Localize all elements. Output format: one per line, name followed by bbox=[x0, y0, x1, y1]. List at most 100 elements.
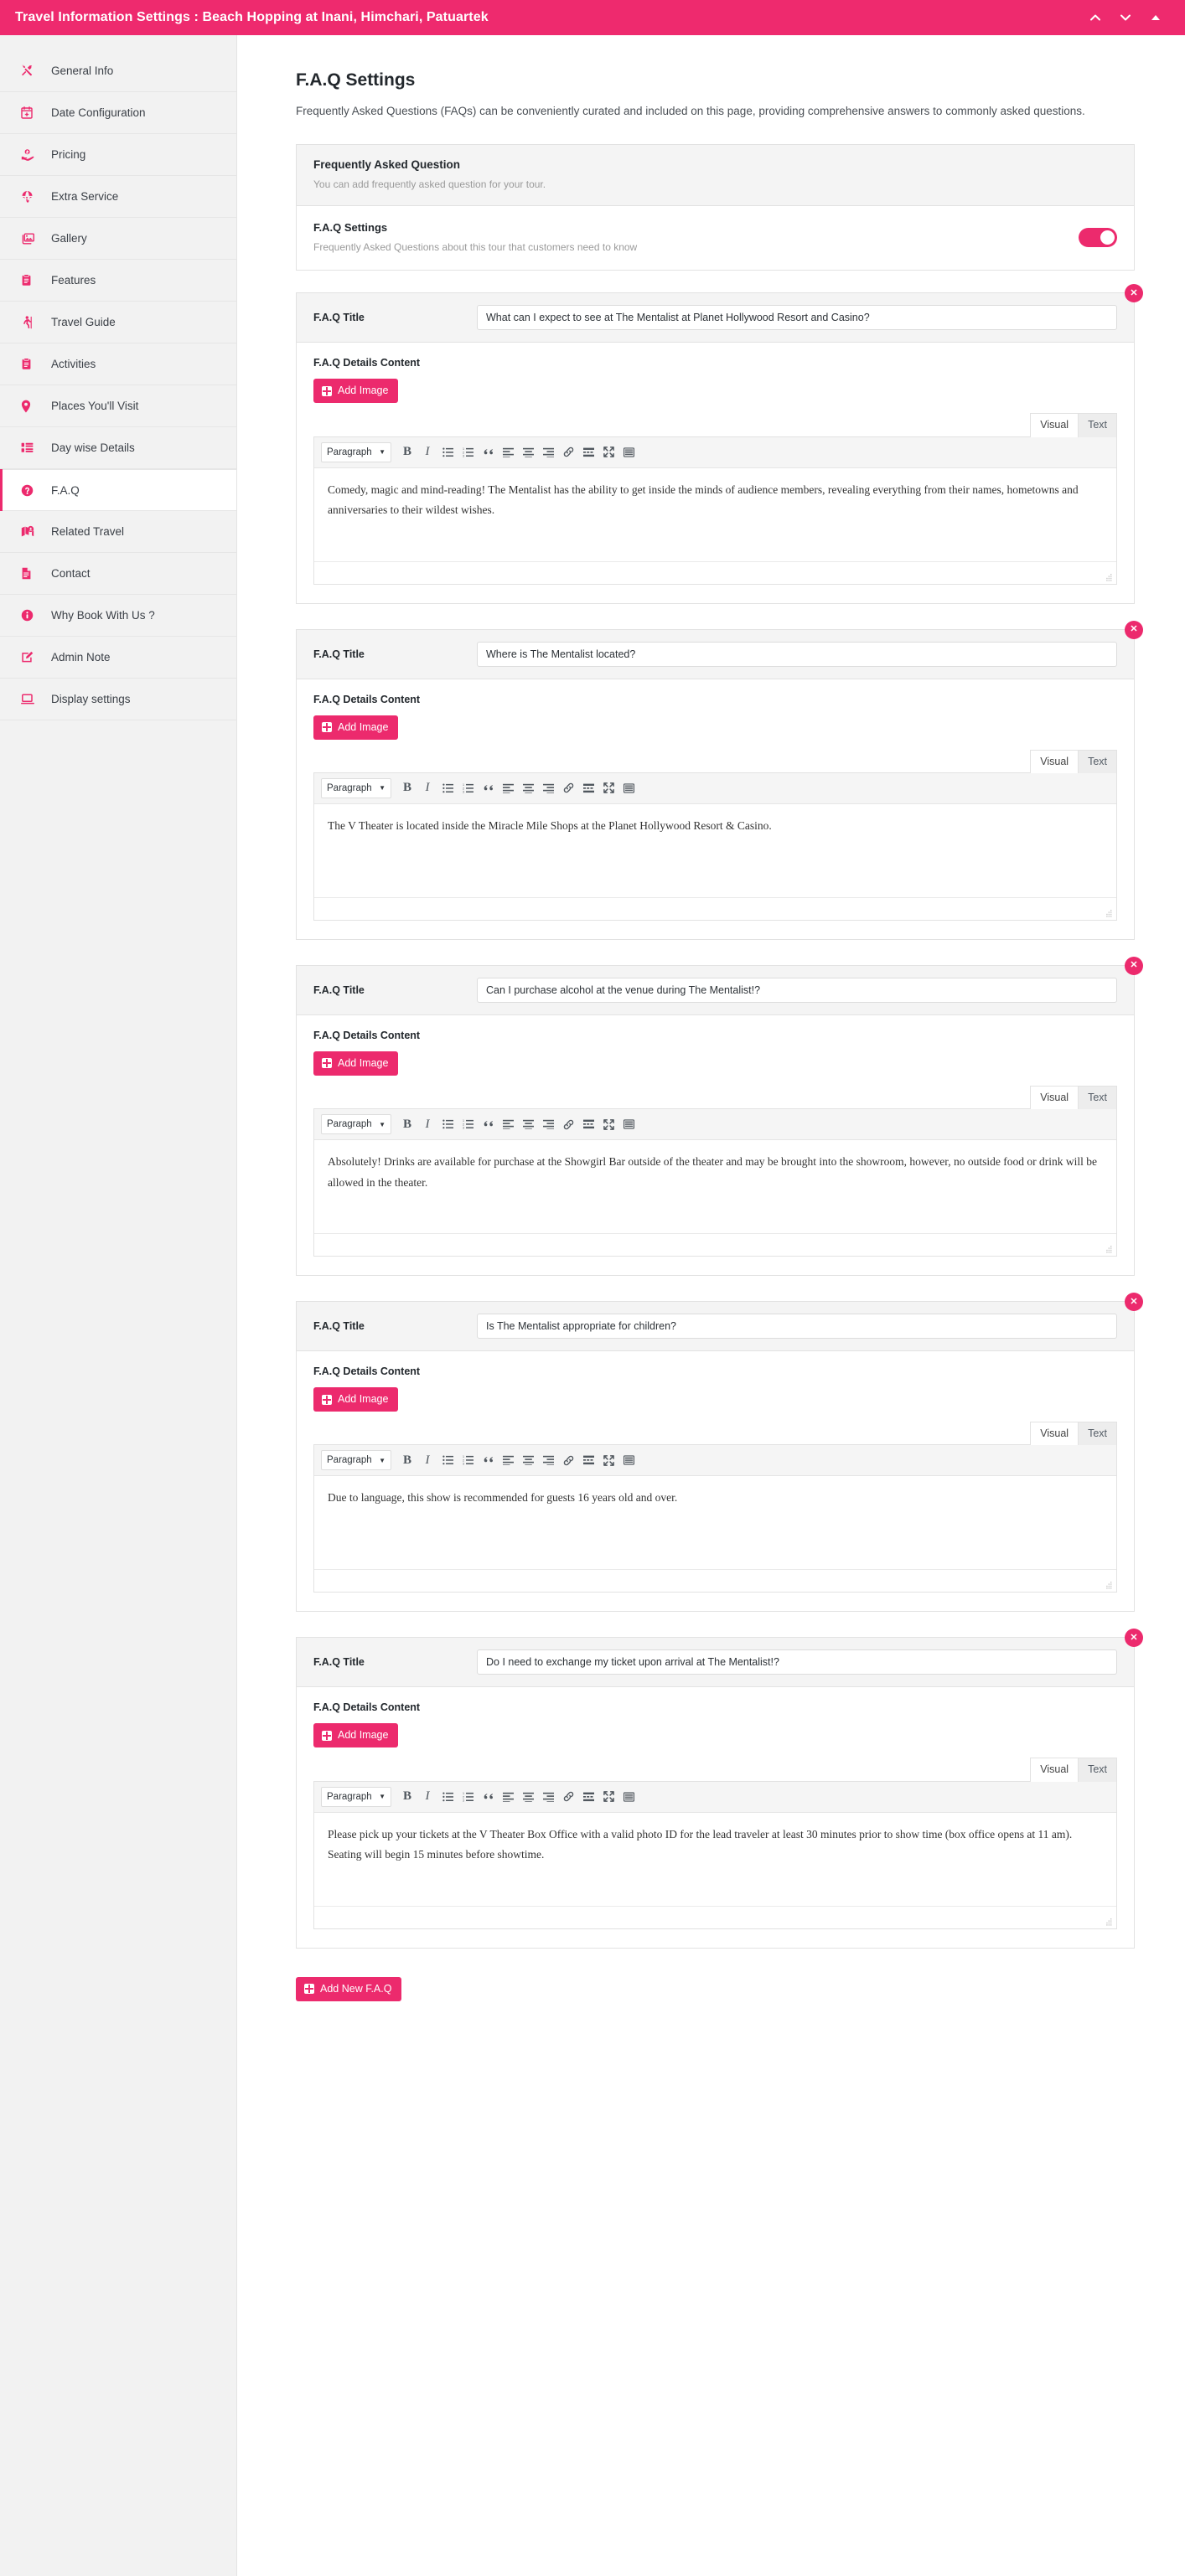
chevron-down-icon[interactable] bbox=[1118, 10, 1133, 25]
link-icon[interactable] bbox=[559, 1451, 577, 1469]
align-center-icon[interactable] bbox=[519, 1115, 537, 1133]
sidebar-item-pricing[interactable]: Pricing bbox=[0, 134, 236, 176]
resize-handle-icon[interactable] bbox=[1105, 1581, 1113, 1589]
faq-title-input[interactable] bbox=[477, 1314, 1117, 1340]
sidebar-item-places-you-ll-visit[interactable]: Places You'll Visit bbox=[0, 385, 236, 427]
sidebar-item-admin-note[interactable]: Admin Note bbox=[0, 637, 236, 679]
link-icon[interactable] bbox=[559, 779, 577, 798]
fullscreen-icon[interactable] bbox=[599, 1115, 618, 1133]
tab-text[interactable]: Text bbox=[1079, 1085, 1117, 1110]
tab-visual[interactable]: Visual bbox=[1030, 1085, 1079, 1110]
align-left-icon[interactable] bbox=[499, 1115, 517, 1133]
sidebar-item-related-travel[interactable]: Related Travel bbox=[0, 511, 236, 553]
add-image-button[interactable]: Add Image bbox=[313, 1387, 399, 1412]
add-image-button[interactable]: Add Image bbox=[313, 715, 399, 740]
chevron-up-icon[interactable] bbox=[1088, 10, 1103, 25]
align-center-icon[interactable] bbox=[519, 1451, 537, 1469]
sidebar-item-f-a-q[interactable]: F.A.Q bbox=[0, 469, 236, 511]
toolbar-toggle-icon[interactable] bbox=[619, 1115, 638, 1133]
sidebar-item-travel-guide[interactable]: Travel Guide bbox=[0, 302, 236, 343]
bulleted-list-icon[interactable] bbox=[438, 443, 457, 462]
paragraph-format-select[interactable]: Paragraph ▼ bbox=[321, 441, 391, 462]
align-right-icon[interactable] bbox=[539, 1115, 557, 1133]
paragraph-format-select[interactable]: Paragraph ▼ bbox=[321, 777, 391, 798]
paragraph-format-select[interactable]: Paragraph ▼ bbox=[321, 1114, 391, 1135]
align-left-icon[interactable] bbox=[499, 443, 517, 462]
paragraph-format-select[interactable]: Paragraph ▼ bbox=[321, 1450, 391, 1471]
insert-read-more-icon[interactable] bbox=[579, 779, 598, 798]
blockquote-icon[interactable] bbox=[479, 779, 497, 798]
editor-content-area[interactable]: Please pick up your tickets at the V The… bbox=[314, 1813, 1116, 1907]
toolbar-toggle-icon[interactable] bbox=[619, 1788, 638, 1806]
tab-text[interactable]: Text bbox=[1079, 413, 1117, 437]
delete-faq-button[interactable]: ✕ bbox=[1125, 284, 1143, 303]
add-image-button[interactable]: Add Image bbox=[313, 1051, 399, 1076]
numbered-list-icon[interactable]: 123 bbox=[458, 779, 477, 798]
delete-faq-button[interactable]: ✕ bbox=[1125, 956, 1143, 975]
faq-title-input[interactable] bbox=[477, 305, 1117, 331]
align-right-icon[interactable] bbox=[539, 779, 557, 798]
sidebar-item-day-wise-details[interactable]: Day wise Details bbox=[0, 427, 236, 469]
toolbar-toggle-icon[interactable] bbox=[619, 779, 638, 798]
align-right-icon[interactable] bbox=[539, 1788, 557, 1806]
fullscreen-icon[interactable] bbox=[599, 1788, 618, 1806]
add-image-button[interactable]: Add Image bbox=[313, 1723, 399, 1748]
sidebar-item-gallery[interactable]: Gallery bbox=[0, 218, 236, 260]
paragraph-format-select[interactable]: Paragraph ▼ bbox=[321, 1786, 391, 1807]
triangle-up-icon[interactable] bbox=[1148, 10, 1163, 25]
numbered-list-icon[interactable]: 123 bbox=[458, 443, 477, 462]
bulleted-list-icon[interactable] bbox=[438, 1788, 457, 1806]
insert-read-more-icon[interactable] bbox=[579, 1115, 598, 1133]
fullscreen-icon[interactable] bbox=[599, 1451, 618, 1469]
bold-icon[interactable]: B bbox=[398, 443, 417, 462]
bulleted-list-icon[interactable] bbox=[438, 1115, 457, 1133]
editor-content-area[interactable]: Absolutely! Drinks are available for pur… bbox=[314, 1140, 1116, 1235]
italic-icon[interactable]: I bbox=[418, 443, 437, 462]
bulleted-list-icon[interactable] bbox=[438, 779, 457, 798]
numbered-list-icon[interactable]: 123 bbox=[458, 1115, 477, 1133]
bold-icon[interactable]: B bbox=[398, 1451, 417, 1469]
tab-text[interactable]: Text bbox=[1079, 1422, 1117, 1446]
bold-icon[interactable]: B bbox=[398, 1788, 417, 1806]
align-center-icon[interactable] bbox=[519, 1788, 537, 1806]
tab-visual[interactable]: Visual bbox=[1030, 1758, 1079, 1782]
resize-handle-icon[interactable] bbox=[1105, 909, 1113, 917]
delete-faq-button[interactable]: ✕ bbox=[1125, 620, 1143, 639]
link-icon[interactable] bbox=[559, 1115, 577, 1133]
numbered-list-icon[interactable]: 123 bbox=[458, 1451, 477, 1469]
link-icon[interactable] bbox=[559, 1788, 577, 1806]
resize-handle-icon[interactable] bbox=[1105, 1245, 1113, 1253]
delete-faq-button[interactable]: ✕ bbox=[1125, 1629, 1143, 1648]
numbered-list-icon[interactable]: 123 bbox=[458, 1788, 477, 1806]
bold-icon[interactable]: B bbox=[398, 779, 417, 798]
blockquote-icon[interactable] bbox=[479, 1451, 497, 1469]
faq-settings-toggle[interactable] bbox=[1079, 227, 1117, 247]
align-right-icon[interactable] bbox=[539, 1451, 557, 1469]
link-icon[interactable] bbox=[559, 443, 577, 462]
sidebar-item-display-settings[interactable]: Display settings bbox=[0, 679, 236, 720]
insert-read-more-icon[interactable] bbox=[579, 1451, 598, 1469]
toolbar-toggle-icon[interactable] bbox=[619, 1451, 638, 1469]
tab-text[interactable]: Text bbox=[1079, 749, 1117, 773]
align-center-icon[interactable] bbox=[519, 443, 537, 462]
italic-icon[interactable]: I bbox=[418, 1451, 437, 1469]
sidebar-item-features[interactable]: Features bbox=[0, 260, 236, 302]
sidebar-item-date-configuration[interactable]: Date Configuration bbox=[0, 92, 236, 134]
resize-handle-icon[interactable] bbox=[1105, 573, 1113, 581]
add-new-faq-button[interactable]: Add New F.A.Q bbox=[296, 1976, 402, 2001]
tab-visual[interactable]: Visual bbox=[1030, 749, 1079, 773]
tab-text[interactable]: Text bbox=[1079, 1758, 1117, 1782]
blockquote-icon[interactable] bbox=[479, 1788, 497, 1806]
editor-content-area[interactable]: Comedy, magic and mind-reading! The Ment… bbox=[314, 468, 1116, 562]
sidebar-item-contact[interactable]: Contact bbox=[0, 553, 236, 595]
faq-title-input[interactable] bbox=[477, 1649, 1117, 1675]
bold-icon[interactable]: B bbox=[398, 1115, 417, 1133]
faq-title-input[interactable] bbox=[477, 641, 1117, 667]
bulleted-list-icon[interactable] bbox=[438, 1451, 457, 1469]
editor-content-area[interactable]: The V Theater is located inside the Mira… bbox=[314, 804, 1116, 898]
blockquote-icon[interactable] bbox=[479, 443, 497, 462]
fullscreen-icon[interactable] bbox=[599, 779, 618, 798]
sidebar-item-general-info[interactable]: General Info bbox=[0, 50, 236, 92]
align-left-icon[interactable] bbox=[499, 1451, 517, 1469]
sidebar-item-why-book-with-us[interactable]: Why Book With Us ? bbox=[0, 595, 236, 637]
